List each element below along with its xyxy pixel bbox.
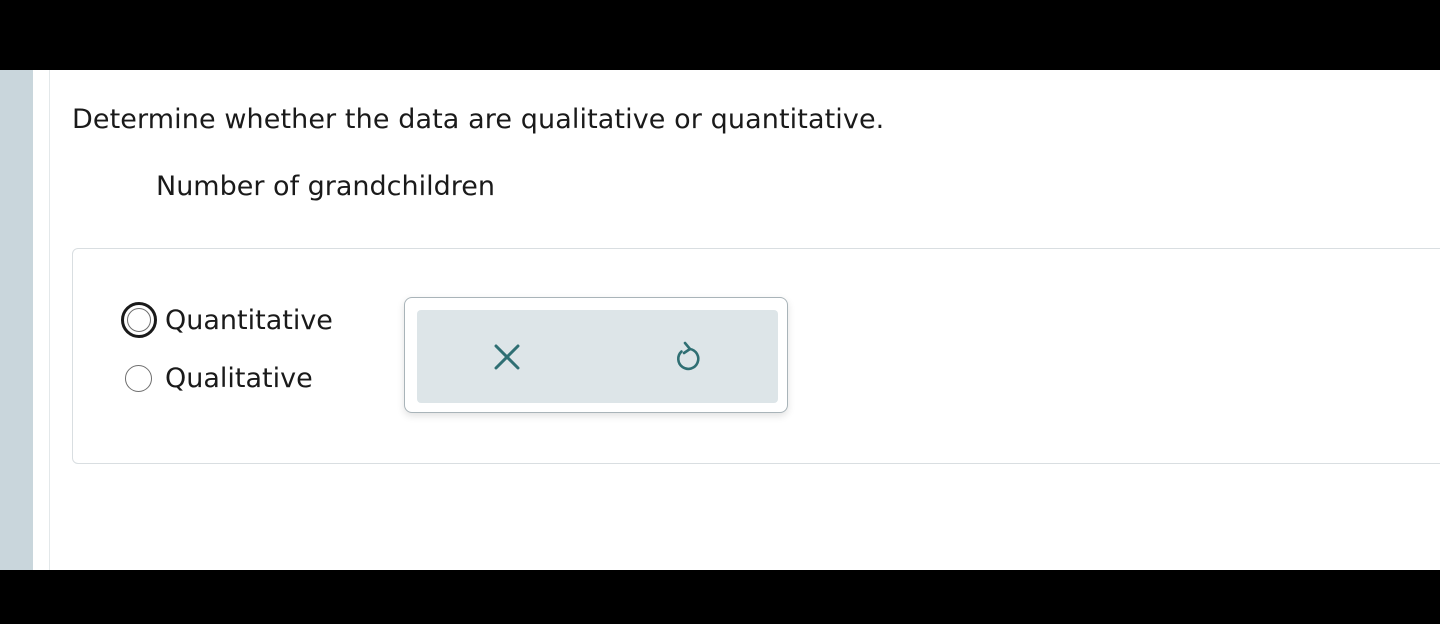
question-prompt: Determine whether the data are qualitati…	[72, 104, 885, 135]
option-quantitative-label: Quantitative	[165, 304, 333, 336]
radio-qualitative[interactable]	[125, 365, 152, 392]
bottom-letterbox	[0, 570, 1440, 624]
option-quantitative[interactable]: Quantitative	[121, 302, 333, 338]
answer-tools-popup	[404, 297, 788, 413]
side-divider	[33, 70, 50, 570]
reset-answer-button[interactable]	[598, 310, 778, 403]
option-qualitative[interactable]: Qualitative	[125, 363, 313, 394]
question-subject: Number of grandchildren	[156, 171, 496, 202]
question-page: Determine whether the data are qualitati…	[0, 70, 1440, 570]
undo-icon	[677, 341, 700, 370]
option-qualitative-label: Qualitative	[165, 363, 313, 394]
side-strip	[0, 70, 33, 570]
top-letterbox	[0, 0, 1440, 70]
answer-tools-bar	[417, 310, 778, 403]
clear-answer-button[interactable]	[417, 310, 597, 403]
radio-quantitative[interactable]	[121, 302, 157, 338]
close-icon	[494, 344, 520, 369]
